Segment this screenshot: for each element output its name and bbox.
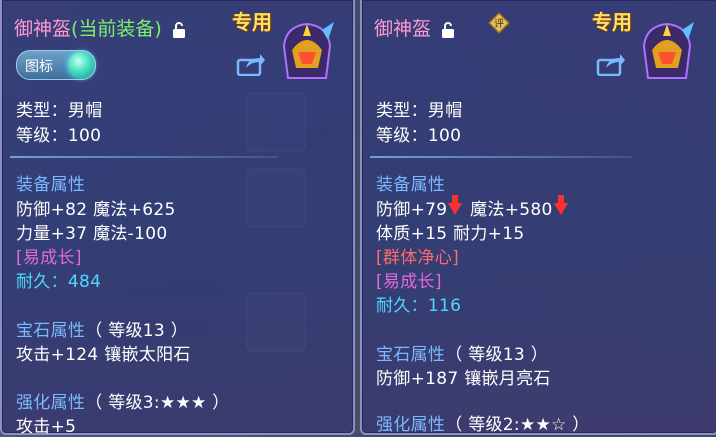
enhance-attr-header: 强化属性（ 等级3:★★★ ） — [16, 388, 230, 413]
item-title: 御神盔(当前装备) — [14, 14, 186, 41]
helmet-icon — [642, 22, 694, 79]
enhance-attr-header: 强化属性（ 等级2:★★☆ ） — [376, 410, 590, 435]
gem-attr-header: 宝石属性（ 等级13 ） — [16, 316, 188, 341]
divider — [10, 156, 278, 158]
enhance-level: （ 等级3:★★★ ） — [85, 393, 230, 413]
toggle-knob — [68, 52, 94, 78]
skill-tag: [群体净心] — [376, 248, 460, 268]
gem-attr-title: 宝石属性 — [16, 321, 86, 341]
enhance-attr-title: 强化属性 — [16, 393, 86, 413]
equip-attr-title: 装备属性 — [16, 175, 86, 195]
icon-toggle[interactable]: 图标 — [16, 50, 96, 80]
growth-tag: [易成长] — [376, 272, 442, 292]
divider — [370, 156, 632, 158]
attr-line-1: 防御+79 魔法+580 — [376, 195, 570, 220]
equipped-item-panel: 御神盔(当前装备) 专用 图标 类型：男帽 等级：100 装备属性 防御+82 … — [0, 0, 355, 437]
attr-line-1: 防御+82 魔法+625 — [16, 200, 176, 220]
item-type: 类型：男帽 — [16, 101, 103, 121]
magic-value: 魔法+580 — [470, 200, 553, 220]
enhance-line: 攻击+5 — [16, 417, 77, 437]
item-name: 御神盔 — [14, 18, 72, 40]
enhance-level: （ 等级2:★★☆ ） — [445, 415, 590, 435]
def-value: 防御+79 — [376, 200, 448, 220]
growth-tag: [易成长] — [16, 248, 82, 268]
share-icon[interactable] — [596, 52, 626, 76]
compare-item-panel: 御神盔 评 专用 类型：男帽 等级：100 装备属性 防御+79 魔法+580 … — [360, 0, 716, 435]
attr-line-2: 力量+37 魔法-100 — [16, 224, 168, 244]
lock-open-icon[interactable] — [172, 21, 186, 39]
gem-line: 防御+187 镶嵌月亮石 — [376, 369, 551, 389]
attr-line-2: 体质+15 耐力+15 — [376, 224, 525, 244]
gem-attr-title: 宝石属性 — [376, 345, 446, 365]
gem-attr-header: 宝石属性（ 等级13 ） — [376, 340, 548, 365]
item-name: 御神盔 — [374, 18, 432, 40]
item-level: 等级：100 — [376, 126, 462, 146]
durability: 耐久：116 — [376, 296, 462, 316]
gem-level: （ 等级13 ） — [85, 321, 189, 341]
item-level: 等级：100 — [16, 126, 102, 146]
special-label: 专用 — [592, 10, 632, 34]
arrow-down-icon — [553, 195, 568, 215]
special-label: 专用 — [232, 10, 272, 34]
helmet-icon — [282, 22, 334, 79]
lock-open-icon[interactable] — [441, 21, 455, 39]
item-type: 类型：男帽 — [376, 101, 463, 121]
evaluate-badge-icon[interactable]: 评 — [488, 12, 510, 34]
toggle-label: 图标 — [25, 59, 53, 75]
gem-line: 攻击+124 镶嵌太阳石 — [16, 345, 191, 365]
enhance-attr-title: 强化属性 — [376, 415, 446, 435]
item-title: 御神盔 — [374, 14, 455, 41]
gem-level: （ 等级13 ） — [445, 345, 549, 365]
durability: 耐久：484 — [16, 272, 102, 292]
arrow-down-icon — [448, 195, 463, 215]
equip-attr-title: 装备属性 — [376, 175, 446, 195]
eval-label: 评 — [494, 18, 504, 30]
equipped-tag: (当前装备) — [71, 18, 162, 40]
share-icon[interactable] — [236, 52, 266, 76]
